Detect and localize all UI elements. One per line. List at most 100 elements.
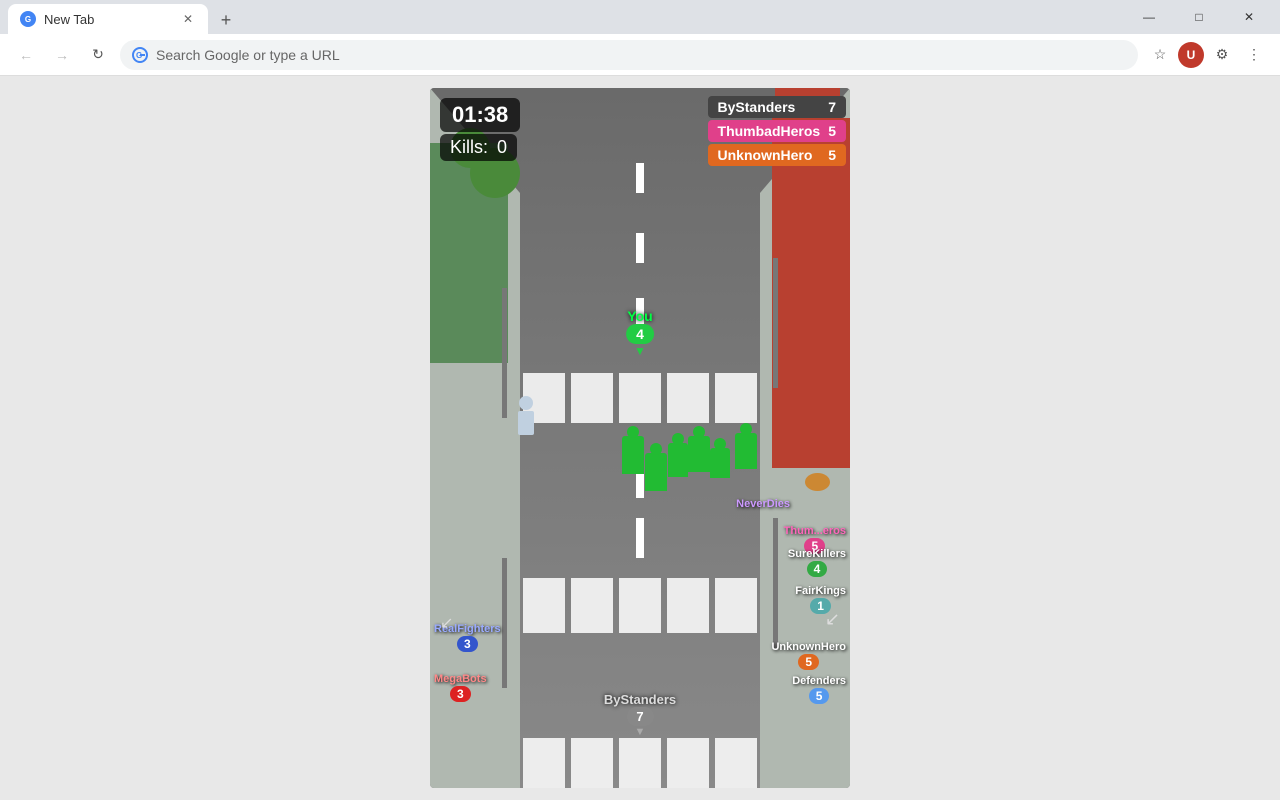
- surekillers-badge: 4: [807, 561, 828, 577]
- building-right-red: [772, 118, 850, 468]
- fairkings-name: FairKings: [795, 585, 846, 597]
- cw2-stripe-4: [667, 578, 709, 633]
- title-bar: G New Tab ✕ + — □ ✕: [0, 0, 1280, 34]
- cw1-stripe-5: [715, 373, 757, 423]
- tag-unknownhero-field: UnknownHero 5: [771, 641, 846, 670]
- back-button[interactable]: ←: [12, 41, 40, 69]
- neverdies-name: NeverDies: [736, 498, 790, 510]
- score-bystanders-name: ByStanders: [718, 99, 796, 115]
- realfighters-badge: 3: [457, 636, 478, 652]
- toolbar-actions: ☆ U ⚙ ⋮: [1146, 41, 1268, 69]
- score-thumbadheros: ThumbadHeros 5: [708, 120, 846, 142]
- cw1-stripe-3: [619, 373, 661, 423]
- surekillers-name: SureKillers: [788, 548, 846, 560]
- center-dash-1: [636, 163, 644, 193]
- green-char-6: [735, 433, 757, 469]
- light-pole-left-2: [502, 558, 507, 688]
- cw3-stripe-5: [715, 738, 757, 788]
- bystanders-down-arrow-icon: ▼: [635, 726, 646, 738]
- menu-button[interactable]: ⋮: [1240, 41, 1268, 69]
- cw3-stripe-2: [571, 738, 613, 788]
- tab-close-button[interactable]: ✕: [180, 11, 196, 27]
- bookmark-button[interactable]: ☆: [1146, 41, 1174, 69]
- browser-content: 01:38 Kills: 0 ByStanders 7 ThumbadHeros…: [0, 76, 1280, 800]
- score-unknownhero-value: 5: [828, 147, 836, 163]
- megabots-badge: 3: [450, 686, 471, 702]
- green-char-3: [668, 443, 688, 477]
- defenders-name: Defenders: [792, 675, 846, 687]
- crosswalk-2: [520, 578, 760, 633]
- tab-title: New Tab: [44, 12, 172, 27]
- tag-megabots: MegaBots 3: [434, 673, 487, 702]
- green-char-5: [710, 448, 730, 478]
- item-object: [805, 473, 830, 491]
- you-arrow-icon: ▼: [634, 344, 646, 358]
- player-indicator: You 4 ▼: [626, 308, 654, 358]
- tab-area: G New Tab ✕ +: [8, 0, 1126, 34]
- toolbar: ← → ↻ G Search Google or type a URL ☆ U …: [0, 34, 1280, 76]
- window-controls: — □ ✕: [1126, 0, 1272, 34]
- score-thumbadheros-name: ThumbadHeros: [718, 123, 821, 139]
- close-button[interactable]: ✕: [1226, 0, 1272, 34]
- svg-text:G: G: [25, 15, 31, 24]
- hud-timer: 01:38: [440, 98, 520, 132]
- score-unknownhero-name: UnknownHero: [718, 147, 813, 163]
- score-bystanders: ByStanders 7: [708, 96, 846, 118]
- bottom-right-arrow: ↙: [825, 609, 840, 630]
- you-badge: 4: [626, 324, 654, 344]
- center-dash-2: [636, 233, 644, 263]
- score-bystanders-value: 7: [828, 99, 836, 115]
- tag-defenders: Defenders 5: [792, 675, 846, 704]
- refresh-button[interactable]: ↻: [84, 41, 112, 69]
- cw1-stripe-4: [667, 373, 709, 423]
- cw3-stripe-4: [667, 738, 709, 788]
- green-char-2: [645, 453, 667, 491]
- score-unknownhero: UnknownHero 5: [708, 144, 846, 166]
- extensions-button[interactable]: ⚙: [1208, 41, 1236, 69]
- maximize-button[interactable]: □: [1176, 0, 1222, 34]
- tab-favicon: G: [20, 11, 36, 27]
- google-icon: G: [132, 47, 148, 63]
- cw3-stripe-1: [523, 738, 565, 788]
- tag-surekillers: SureKillers 4: [788, 548, 846, 577]
- score-thumbadheros-value: 5: [828, 123, 836, 139]
- forward-button[interactable]: →: [48, 41, 76, 69]
- minimize-button[interactable]: —: [1126, 0, 1172, 34]
- kills-label: Kills:: [450, 137, 488, 157]
- bystanders-bottom-name: ByStanders: [604, 692, 676, 707]
- center-dash-5: [636, 518, 644, 558]
- bystanders-bottom-indicator: ByStanders 7 ▼: [604, 692, 676, 738]
- svg-text:G: G: [136, 51, 142, 60]
- light-pole-right-2: [773, 518, 778, 648]
- address-bar-text: Search Google or type a URL: [156, 47, 340, 63]
- unknownhero-field-name: UnknownHero: [771, 641, 846, 653]
- green-char-1: [622, 436, 644, 474]
- new-tab-button[interactable]: +: [212, 6, 240, 34]
- profile-icon[interactable]: U: [1178, 42, 1204, 68]
- light-pole-left-1: [502, 288, 507, 418]
- cw2-stripe-1: [523, 578, 565, 633]
- address-bar[interactable]: G Search Google or type a URL: [120, 40, 1138, 70]
- player-character: [518, 396, 534, 435]
- cw3-stripe-3: [619, 738, 661, 788]
- unknownhero-field-badge: 5: [798, 654, 819, 670]
- cw2-stripe-3: [619, 578, 661, 633]
- kills-value: 0: [497, 137, 507, 157]
- crosswalk-3: [520, 738, 760, 788]
- tag-neverdies: NeverDies: [736, 498, 790, 510]
- game-container[interactable]: 01:38 Kills: 0 ByStanders 7 ThumbadHeros…: [430, 88, 850, 788]
- scoreboard: ByStanders 7 ThumbadHeros 5 UnknownHero …: [708, 96, 846, 166]
- thumbheros-field-name: Thum...eros: [784, 525, 846, 537]
- light-pole-right-1: [773, 258, 778, 388]
- browser-frame: G New Tab ✕ + — □ ✕ ← → ↻ G Search Googl…: [0, 0, 1280, 800]
- cw2-stripe-5: [715, 578, 757, 633]
- active-tab[interactable]: G New Tab ✕: [8, 4, 208, 34]
- you-label: You: [627, 308, 652, 324]
- bystanders-bottom-badge: 7: [626, 707, 653, 726]
- hud-kills: Kills: 0: [440, 134, 517, 161]
- cw1-stripe-2: [571, 373, 613, 423]
- defenders-badge: 5: [809, 688, 830, 704]
- crosswalk-1: [520, 373, 760, 423]
- bottom-left-arrow: ↙: [440, 613, 453, 633]
- megabots-name: MegaBots: [434, 673, 487, 685]
